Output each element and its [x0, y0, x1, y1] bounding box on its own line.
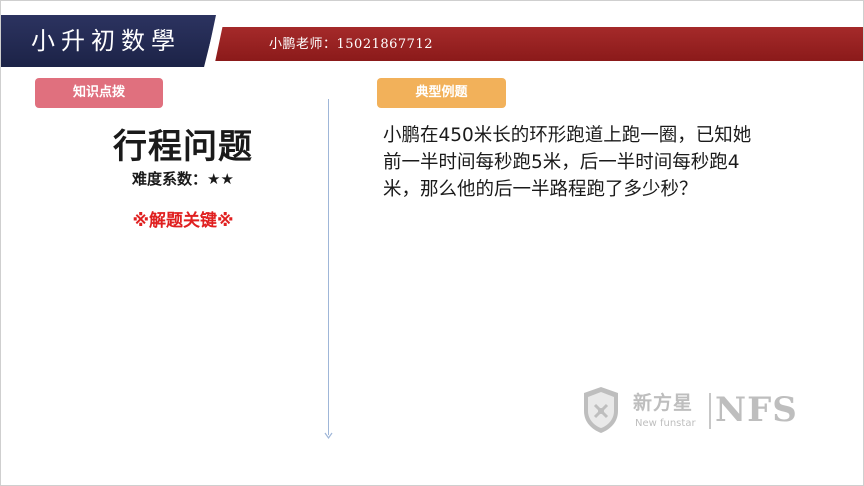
topic-title: 行程问题	[113, 127, 253, 167]
watermark-abbr: NFS	[715, 390, 798, 430]
knowledge-tag: 知识点拨	[35, 78, 163, 108]
watermark-en-name: New funstar	[635, 418, 696, 429]
problem-line: 小鹏在450米长的环形跑道上跑一圈，已知她	[383, 125, 752, 146]
teacher-contact: 小鹏老师：15021867712	[269, 37, 433, 52]
problem-line: 米，那么他的后一半路程跑了多少秒？	[383, 179, 698, 200]
key-point-heading: ※解题关键※	[132, 211, 234, 231]
problem-text: 小鹏在450米长的环形跑道上跑一圈，已知她 前一半时间每秒跑5米，后一半时间每秒…	[383, 122, 823, 203]
slide: 小升初数學 小鹏老师：15021867712 知识点拨 典型例题 行程问题 难度…	[0, 0, 864, 486]
watermark-cn-name: 新方星	[633, 392, 694, 414]
watermark-logo: 新方星 New funstar NFS	[581, 385, 811, 439]
example-tag: 典型例题	[377, 78, 506, 108]
arrow-down-icon	[324, 432, 333, 440]
watermark-separator	[709, 393, 711, 429]
column-divider	[328, 99, 329, 435]
difficulty-rating: 难度系数：★★	[132, 170, 234, 188]
brand-title: 小升初数學	[31, 27, 181, 55]
problem-line: 前一半时间每秒跑5米，后一半时间每秒跑4	[383, 152, 740, 173]
shield-badge-icon	[584, 387, 618, 433]
